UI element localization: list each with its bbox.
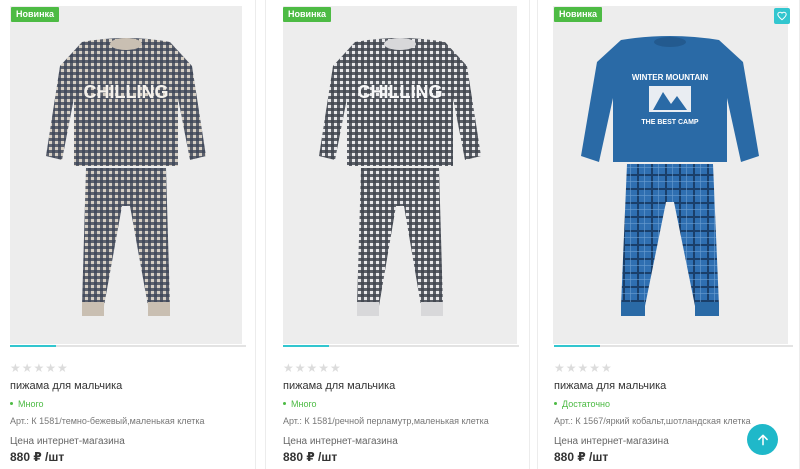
- scroll-to-top-button[interactable]: [747, 424, 778, 455]
- rating-stars[interactable]: ★★★★★: [554, 361, 613, 375]
- product-photo[interactable]: CHILLING: [10, 6, 242, 344]
- rating-stars[interactable]: ★★★★★: [283, 361, 342, 375]
- image-slider-active: [283, 345, 329, 347]
- stock-status: Много: [283, 399, 317, 409]
- price-label: Цена интернет-магазина: [283, 436, 398, 447]
- product-photo[interactable]: WINTER MOUNTAIN THE BEST CAMP: [553, 6, 788, 344]
- rating-stars[interactable]: ★★★★★: [10, 361, 69, 375]
- product-card[interactable]: CHILLING Новинка ★★★★★ пижама для мальчи…: [0, 0, 256, 469]
- stock-dot-icon: [554, 402, 557, 406]
- print-text: CHILLING: [84, 82, 169, 102]
- stock-status: Достаточно: [554, 399, 610, 409]
- arrow-up-icon: [757, 434, 768, 445]
- image-slider-active: [10, 345, 56, 347]
- product-title[interactable]: пижама для мальчика: [283, 380, 395, 392]
- product-title[interactable]: пижама для мальчика: [10, 380, 122, 392]
- price: 880 ₽ /шт: [283, 450, 338, 464]
- article-number: Арт.: К 1581/речной перламутр,маленькая …: [283, 416, 489, 426]
- image-slider-active: [554, 345, 600, 347]
- heart-icon[interactable]: [774, 8, 790, 24]
- image-slider-track[interactable]: [554, 345, 793, 347]
- new-badge: Новинка: [11, 7, 60, 22]
- product-card[interactable]: WINTER MOUNTAIN THE BEST CAMP Новинка ★★…: [537, 0, 800, 469]
- product-grid: CHILLING Новинка ★★★★★ пижама для мальчи…: [0, 0, 800, 469]
- price-label: Цена интернет-магазина: [554, 436, 669, 447]
- stock-dot-icon: [10, 402, 13, 406]
- image-slider-track[interactable]: [283, 345, 519, 347]
- product-card[interactable]: CHILLING Новинка ★★★★★ пижама для мальчи…: [265, 0, 530, 469]
- new-badge: Новинка: [554, 7, 603, 22]
- product-photo[interactable]: CHILLING: [283, 6, 517, 344]
- stock-dot-icon: [283, 402, 286, 406]
- print-text-bottom: THE BEST CAMP: [641, 119, 699, 126]
- print-text-top: WINTER MOUNTAIN: [632, 73, 709, 82]
- price: 880 ₽ /шт: [554, 450, 609, 464]
- print-text: CHILLING: [358, 82, 443, 102]
- price: 880 ₽ /шт: [10, 450, 65, 464]
- stock-status: Много: [10, 399, 44, 409]
- article-number: Арт.: К 1567/яркий кобальт,шотландская к…: [554, 416, 751, 426]
- new-badge: Новинка: [283, 7, 332, 22]
- product-title[interactable]: пижама для мальчика: [554, 380, 666, 392]
- stock-label: Много: [18, 399, 44, 409]
- article-number: Арт.: К 1581/темно-бежевый,маленькая кле…: [10, 416, 205, 426]
- image-slider-track[interactable]: [10, 345, 246, 347]
- stock-label: Много: [291, 399, 317, 409]
- stock-label: Достаточно: [562, 399, 611, 409]
- price-label: Цена интернет-магазина: [10, 436, 125, 447]
